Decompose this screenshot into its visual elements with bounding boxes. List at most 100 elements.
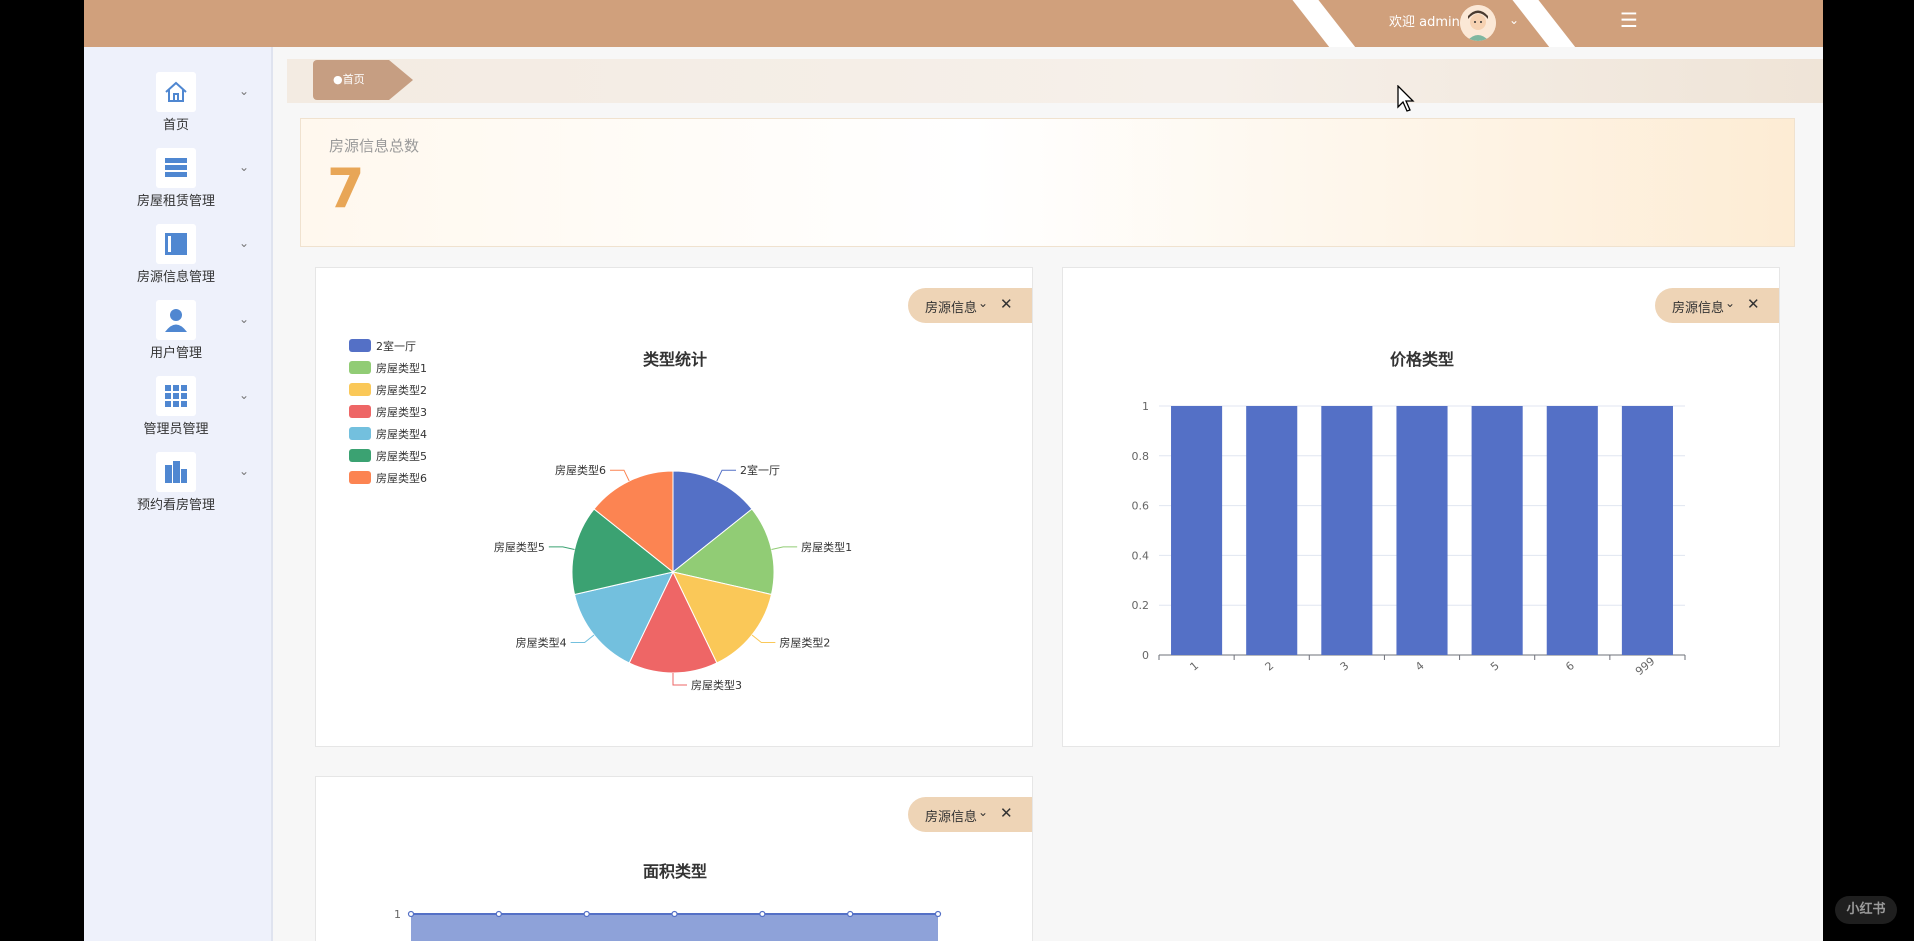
mouse-cursor-icon [1397,85,1415,112]
legend-swatch [349,471,371,484]
slice-label-line [609,469,630,482]
total-value: 7 [327,157,365,220]
chevron-down-icon: ⌄ [239,160,250,174]
pie-chart: 类型统计2室一厅房屋类型1房屋类型2房屋类型3房屋类型4房屋类型5房屋类型62室… [349,339,852,692]
slice-label: 房屋类型6 [555,463,606,477]
sidebar-item-label: 预约看房管理 [136,498,215,513]
area-point [671,910,678,918]
chart-title: 面积类型 [643,862,707,881]
y-tick-label: 1 [394,908,401,921]
chevron-down-icon: ⌄ [239,84,250,98]
x-tick-label: 2 [1263,659,1277,673]
slice-label: 房屋类型1 [801,540,852,554]
area-point [934,910,942,918]
x-tick-label: 6 [1563,659,1577,673]
area-point [583,910,590,918]
sidebar-item-label: 房屋租赁管理 [136,194,215,209]
legend-swatch [349,383,371,396]
welcome-text: 欢迎 admin [1389,15,1460,30]
header-stripe [1284,0,1366,47]
sidebar-item-home[interactable]: 首页 ⌄ [84,72,271,144]
x-tick-label: 4 [1413,659,1427,673]
menu-toggle-icon[interactable]: ☰ [1620,8,1638,32]
slice-label-line [570,634,595,643]
chart-title: 类型统计 [643,350,707,369]
slice-label: 房屋类型4 [516,635,567,649]
y-tick-label: 0 [1142,649,1149,662]
legend-swatch [349,449,371,462]
slice-label-line [672,673,687,686]
x-tick-label: 3 [1338,659,1352,673]
sidebar-item-label: 首页 [162,118,189,133]
watermark: 小红书 [1835,896,1897,924]
chevron-down-icon: ⌄ [239,388,250,402]
slice-label-line [548,546,575,551]
book-icon [156,224,196,264]
bar [1396,406,1448,655]
area-point [495,910,502,918]
slice-label: 房屋类型2 [779,635,830,649]
sidebar-item-appointments[interactable]: 预约看房管理 ⌄ [84,452,271,524]
bar [1171,406,1223,655]
home-icon [156,72,196,112]
area-point [847,910,854,918]
user-menu-chevron-icon[interactable]: ⌄ [1509,13,1519,27]
legend-label: 房屋类型2 [376,383,427,397]
bar [1471,406,1523,655]
avatar-icon [1460,5,1496,41]
breadcrumb [287,59,1823,103]
type-chart-card: 房源信息 ⌄ ✕ 类型统计 2室一厅 房屋类型1 房屋类型2 房屋类型3 房屋类型4 房屋类… [315,267,1033,747]
slice-label-line [716,469,737,482]
sidebar: 首页 ⌄ 房屋租赁管理 ⌄ 房源信息管理 ⌄ 用户管理 ⌄ 管理员管理 ⌄ 预约… [84,47,273,941]
slice-label: 房屋类型3 [691,678,742,692]
bar [1621,406,1673,655]
grid-icon [156,376,196,416]
legend-label: 房屋类型5 [376,449,427,463]
sidebar-item-admins[interactable]: 管理员管理 ⌄ [84,376,271,448]
sidebar-item-users[interactable]: 用户管理 ⌄ [84,300,271,372]
sidebar-item-label: 用户管理 [149,346,202,361]
legend-swatch [349,339,371,352]
sidebar-item-label: 房源信息管理 [136,270,215,285]
sidebar-item-listing[interactable]: 房源信息管理 ⌄ [84,224,271,296]
legend-swatch [349,361,371,374]
top-header: 欢迎 admin ⌄ ☰ [84,0,1823,47]
area-chart-card: 房源信息 ⌄ ✕ 面积类型 1 [315,776,1033,941]
avatar[interactable] [1460,5,1496,41]
y-tick-label: 0.4 [1132,549,1150,562]
legend-swatch [349,405,371,418]
list-icon [156,148,196,188]
bar [1246,406,1298,655]
legend-swatch [349,427,371,440]
legend-label: 2室一厅 [376,339,416,353]
y-tick-label: 0.8 [1132,450,1150,463]
area-fill [411,914,938,941]
bar [1321,406,1373,655]
legend-label: 房屋类型3 [376,405,427,419]
chevron-down-icon: ⌄ [239,236,250,250]
sidebar-item-label: 管理员管理 [143,422,209,437]
y-tick-label: 0.6 [1132,500,1150,513]
chevron-down-icon: ⌄ [239,312,250,326]
x-tick-label: 5 [1488,659,1502,673]
legend-label: 房屋类型1 [376,361,427,375]
slice-label-line [771,546,798,551]
y-tick-label: 1 [1142,400,1149,413]
user-icon [156,300,196,340]
x-tick-label: 1 [1187,659,1201,673]
x-tick-label: 999 [1633,655,1657,678]
y-tick-label: 0.2 [1132,599,1150,612]
area-point [759,910,766,918]
slice-label-line [751,634,776,643]
total-label: 房源信息总数 [329,137,420,155]
slice-label: 房屋类型5 [494,540,545,554]
area-point [407,910,415,918]
bar [1546,406,1598,655]
app-window: 欢迎 admin ⌄ ☰ 首页 ⌄ 房屋租赁管理 ⌄ 房源信息管理 ⌄ 用户管理… [84,0,1823,941]
bar-chart: 价格类型 0 0.2 0.4 0.6 0.8 1 1 2 3 4 5 6 999 [1132,350,1686,678]
total-card: 房源信息总数 7 [300,118,1795,247]
area-chart: 面积类型 1 [394,862,942,941]
sidebar-item-rental[interactable]: 房屋租赁管理 ⌄ [84,148,271,220]
legend-label: 房屋类型6 [376,471,427,485]
chart-title: 价格类型 [1390,350,1454,369]
